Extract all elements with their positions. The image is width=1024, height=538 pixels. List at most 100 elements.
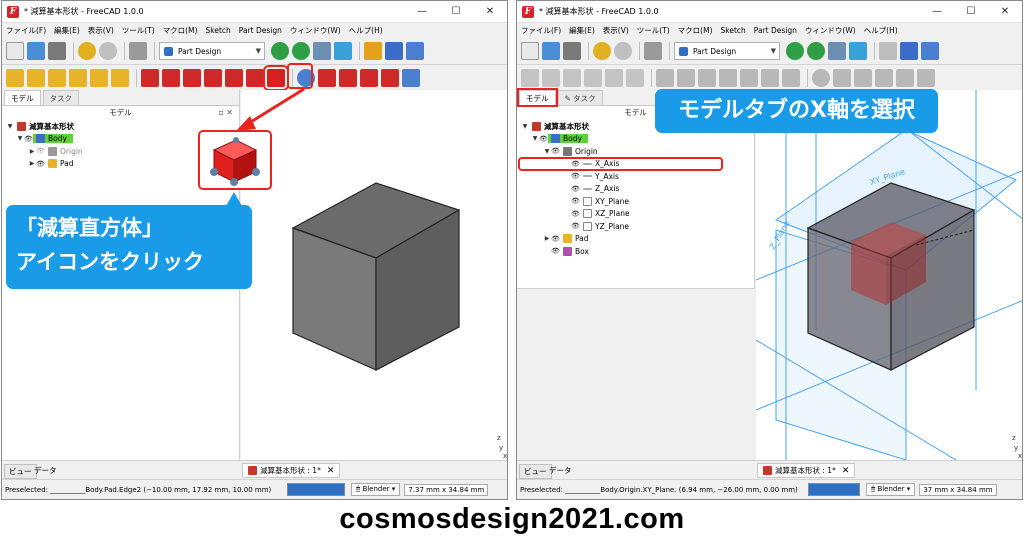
subtractive-loft-icon[interactable] [719, 69, 737, 87]
menu-edit[interactable]: 編集(E) [54, 25, 80, 36]
hole-icon[interactable] [677, 69, 695, 87]
chamfer-icon[interactable] [854, 69, 872, 87]
additive-primitive-icon[interactable] [111, 69, 129, 87]
draw-style-selector[interactable] [287, 483, 345, 496]
menu-macro[interactable]: マクロ(M) [163, 25, 198, 36]
3d-viewport[interactable]: z y x [241, 90, 507, 460]
measure-icon[interactable] [849, 42, 867, 60]
eye-icon[interactable]: 👁 [551, 147, 560, 155]
fit-selection-icon[interactable] [807, 42, 825, 60]
mirror-icon[interactable] [402, 69, 420, 87]
additive-loft-icon[interactable] [563, 69, 581, 87]
groove-icon[interactable] [698, 69, 716, 87]
additive-pipe-icon[interactable] [584, 69, 602, 87]
minimize-button[interactable]: — [405, 1, 439, 23]
menu-part-design[interactable]: Part Design [754, 26, 797, 35]
additive-helix-icon[interactable] [90, 69, 108, 87]
thickness-icon[interactable] [896, 69, 914, 87]
thickness-icon[interactable] [381, 69, 399, 87]
navigation-style-selector[interactable]: 🖱 Blender ▾ [351, 483, 401, 496]
new-file-icon[interactable] [521, 42, 539, 60]
eye-icon[interactable]: 👁 [551, 247, 560, 255]
eye-icon[interactable]: 👁 [36, 160, 45, 168]
draft-icon[interactable] [360, 69, 378, 87]
chamfer-icon[interactable] [339, 69, 357, 87]
3d-viewport[interactable]: XY_Plane Z_Plane z y x [755, 89, 1022, 461]
additive-helix-icon[interactable] [605, 69, 623, 87]
expand-arrow-icon[interactable]: ▶ [28, 160, 36, 167]
body-icon[interactable] [921, 42, 939, 60]
tree-row[interactable]: 👁 XZ_Plane [517, 208, 754, 221]
tree-row[interactable]: 👁 XY_Plane [517, 195, 754, 208]
expand-arrow-icon[interactable]: ▼ [6, 123, 14, 130]
whats-this-icon[interactable] [385, 42, 403, 60]
expand-arrow-icon[interactable]: ▶ [543, 235, 551, 242]
additive-loft-icon[interactable] [48, 69, 66, 87]
tab-model[interactable]: モデル [4, 90, 41, 105]
boolean-icon[interactable] [812, 69, 830, 87]
whats-this-icon[interactable] [900, 42, 918, 60]
tree-row[interactable]: 👁 YZ_Plane [517, 220, 754, 233]
close-tab-icon[interactable]: ✕ [842, 466, 850, 476]
mirror-icon[interactable] [917, 69, 935, 87]
fit-all-icon[interactable] [786, 42, 804, 60]
eye-icon[interactable]: 👁 [551, 235, 560, 243]
expand-arrow-icon[interactable]: ▶ [28, 148, 36, 155]
revolution-icon[interactable] [542, 69, 560, 87]
workbench-selector[interactable]: Part Design ▼ [674, 42, 780, 60]
eye-icon[interactable]: 👁 [571, 197, 580, 205]
tree-row[interactable]: ▼ 👁 Origin [517, 145, 754, 158]
new-file-icon[interactable] [6, 42, 24, 60]
subtractive-box-icon[interactable] [782, 69, 800, 87]
tab-task[interactable]: ✎ タスク [557, 90, 603, 105]
revolution-icon[interactable] [27, 69, 45, 87]
tree-row[interactable]: 👁 Z_Axis [517, 183, 754, 196]
menu-window[interactable]: ウィンドウ(W) [805, 25, 856, 36]
eye-icon[interactable]: 👁 [539, 135, 548, 143]
save-icon[interactable] [48, 42, 66, 60]
expand-arrow-icon[interactable]: ▼ [543, 148, 551, 155]
pad-icon[interactable] [6, 69, 24, 87]
expand-arrow-icon[interactable]: ▼ [521, 123, 529, 130]
tab-task[interactable]: タスク [42, 90, 79, 105]
measure-icon[interactable] [334, 42, 352, 60]
additive-pipe-icon[interactable] [69, 69, 87, 87]
workbench-selector[interactable]: Part Design ▼ [159, 42, 265, 60]
fit-selection-icon[interactable] [292, 42, 310, 60]
pad-icon[interactable] [521, 69, 539, 87]
close-button[interactable]: ✕ [988, 1, 1022, 23]
maximize-button[interactable]: ☐ [954, 1, 988, 23]
body-icon[interactable] [406, 42, 424, 60]
menu-tools[interactable]: ツール(T) [122, 25, 155, 36]
draft-icon[interactable] [875, 69, 893, 87]
menu-tools[interactable]: ツール(T) [637, 25, 670, 36]
undo-icon[interactable] [78, 42, 96, 60]
save-icon[interactable] [563, 42, 581, 60]
tree-row-x-axis[interactable]: 👁 X_Axis [518, 156, 723, 171]
menu-file[interactable]: ファイル(F) [6, 25, 46, 36]
view-cube-icon[interactable] [828, 42, 846, 60]
subtractive-pipe-icon[interactable] [740, 69, 758, 87]
maximize-button[interactable]: ☐ [439, 1, 473, 23]
document-tab[interactable]: 減算基本形状 : 1* ✕ [757, 463, 856, 478]
tab-data[interactable]: データ [30, 464, 61, 477]
close-tab-icon[interactable]: ✕ [327, 466, 335, 476]
menu-sketch[interactable]: Sketch [206, 26, 231, 35]
menu-macro[interactable]: マクロ(M) [678, 25, 713, 36]
menu-sketch[interactable]: Sketch [721, 26, 746, 35]
refresh-icon[interactable] [129, 42, 147, 60]
pane-close-icon[interactable]: ▫ ✕ [218, 106, 233, 120]
fillet-icon[interactable] [833, 69, 851, 87]
part-icon[interactable] [879, 42, 897, 60]
fit-all-icon[interactable] [271, 42, 289, 60]
menu-view[interactable]: 表示(V) [88, 25, 114, 36]
tab-data[interactable]: データ [545, 464, 576, 477]
subtractive-helix-icon[interactable] [761, 69, 779, 87]
menu-view[interactable]: 表示(V) [603, 25, 629, 36]
minimize-button[interactable]: — [920, 1, 954, 23]
eye-hidden-icon[interactable]: 👁 [36, 147, 45, 155]
menu-part-design[interactable]: Part Design [239, 26, 282, 35]
eye-icon[interactable]: 👁 [571, 185, 580, 193]
expand-arrow-icon[interactable]: ▼ [16, 135, 24, 142]
menu-edit[interactable]: 編集(E) [569, 25, 595, 36]
